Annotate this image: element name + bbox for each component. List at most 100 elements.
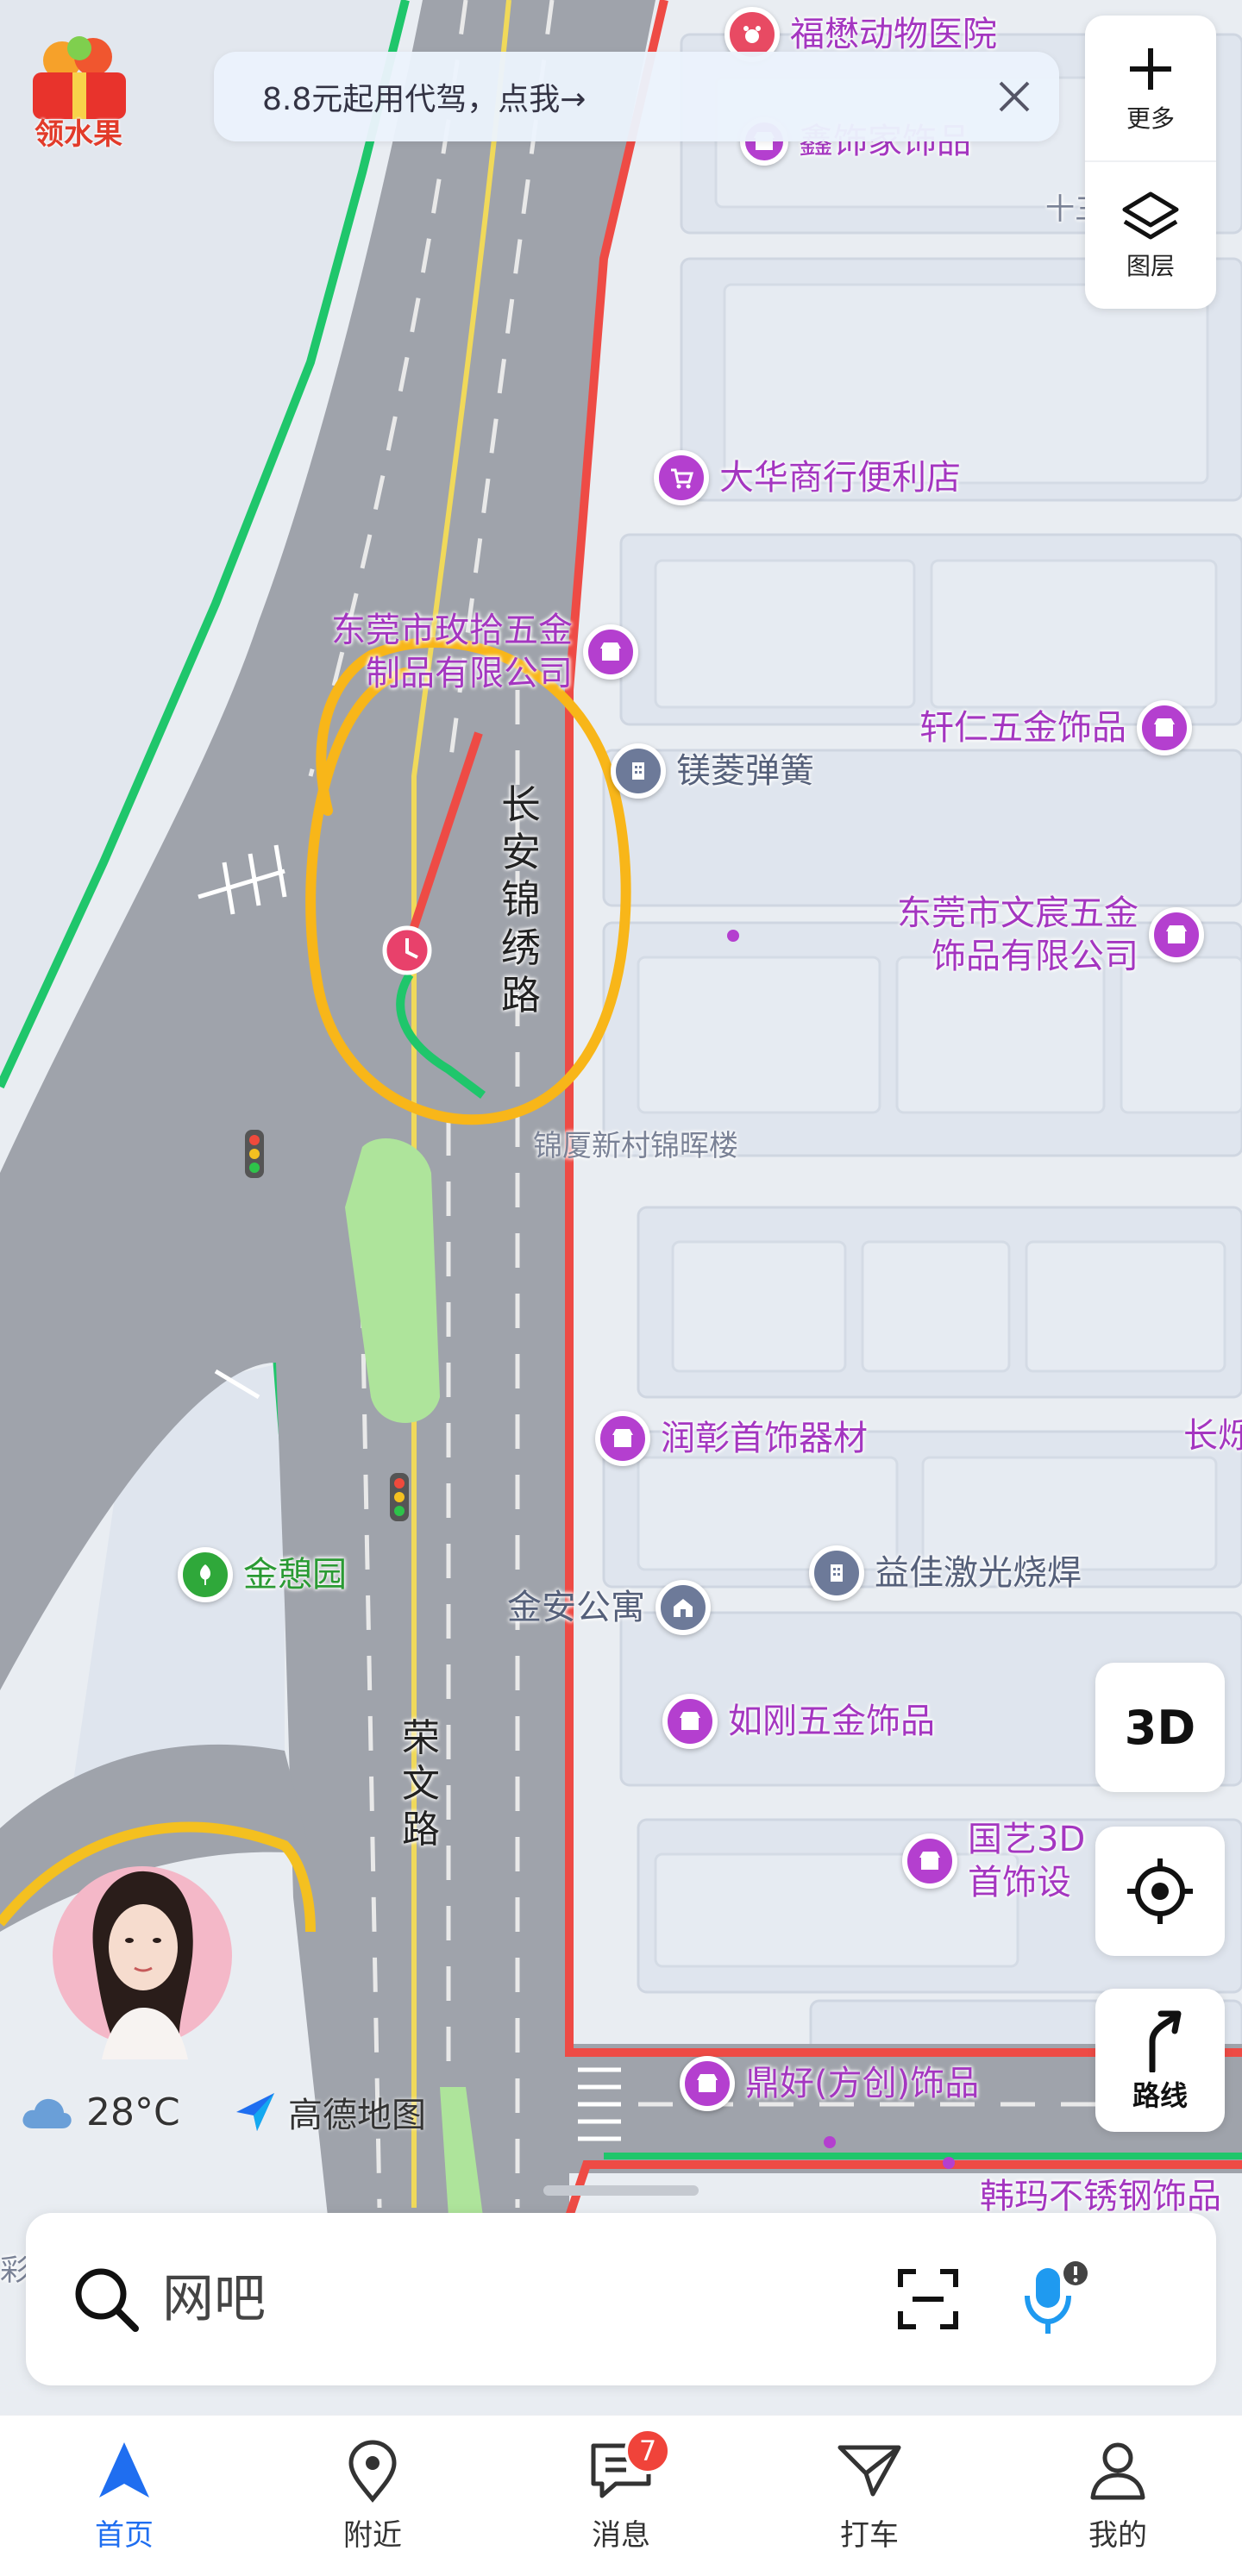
poi-dahua[interactable]: 大华商行便利店 bbox=[654, 450, 961, 505]
poi-label: 益佳激光烧焊 bbox=[875, 1553, 1082, 1593]
location-pin-icon bbox=[348, 2439, 397, 2503]
poi-meiling[interactable]: 东莞市玫拾五金 制品有限公司 bbox=[331, 609, 638, 695]
poi-label: 金安公寓 bbox=[507, 1588, 645, 1627]
route-label: 路线 bbox=[1132, 2079, 1188, 2112]
close-icon[interactable] bbox=[980, 62, 1049, 131]
poi-label-line1: 东莞市文宸五金 bbox=[897, 893, 1138, 933]
poi-hanma[interactable]: 韩玛不锈钢饰品 bbox=[980, 2175, 1221, 2218]
plus-icon bbox=[1130, 48, 1171, 90]
poi-label: 润彰首饰器材 bbox=[661, 1419, 868, 1458]
shop-icon bbox=[595, 1411, 650, 1466]
user-icon bbox=[1090, 2442, 1145, 2499]
layers-icon bbox=[1122, 191, 1179, 240]
poi-dinghao[interactable]: 鼎好(方创)饰品 bbox=[680, 2056, 979, 2111]
promo-banner[interactable]: 8.8元起用代驾，点我→ bbox=[214, 52, 1059, 141]
search-input[interactable] bbox=[162, 2269, 869, 2329]
poi-label: 锦厦新村锦晖楼 bbox=[533, 1129, 738, 1163]
message-count-badge: 7 bbox=[624, 2428, 671, 2474]
crosshair-icon bbox=[1127, 1858, 1193, 1924]
poi-yijia[interactable]: 益佳激光烧焊 bbox=[809, 1545, 1082, 1601]
poi-guoyi[interactable]: 国艺3D 首饰设 bbox=[902, 1818, 1085, 1904]
poi-label: 韩玛不锈钢饰品 bbox=[980, 2177, 1221, 2216]
assistant-avatar[interactable] bbox=[50, 1844, 235, 2068]
poi-label: 镁菱弹簧 bbox=[676, 751, 814, 791]
fruit-gift-label: 领水果 bbox=[34, 117, 122, 152]
poi-label: 东莞市文宸五金 饰品有限公司 bbox=[897, 892, 1138, 978]
shop-icon bbox=[1137, 700, 1192, 755]
poi-label: 东莞市玫拾五金 制品有限公司 bbox=[331, 609, 573, 695]
shop-icon bbox=[583, 624, 638, 680]
shop-icon bbox=[662, 1694, 718, 1749]
scan-icon[interactable] bbox=[887, 2258, 969, 2341]
poi-wenchen[interactable]: 东莞市文宸五金 饰品有限公司 bbox=[897, 892, 1204, 978]
3d-view-button[interactable]: 3D bbox=[1095, 1663, 1225, 1792]
poi-label: 金憩园 bbox=[243, 1555, 347, 1595]
poi-label: 鼎好(方创)饰品 bbox=[745, 2064, 980, 2103]
more-label: 更多 bbox=[1126, 104, 1175, 133]
poi-label-line2: 饰品有限公司 bbox=[932, 937, 1138, 976]
nav-taxi[interactable]: 打车 bbox=[745, 2416, 994, 2576]
shop-icon bbox=[1149, 907, 1204, 962]
cart-icon bbox=[654, 450, 709, 505]
nav-messages[interactable]: 7 消息 bbox=[497, 2416, 745, 2576]
brand-name: 高德地图 bbox=[288, 2096, 426, 2135]
route-fork-icon bbox=[1149, 2010, 1182, 2072]
poi-nieling[interactable]: 镁菱弹簧 bbox=[611, 743, 814, 799]
search-bar[interactable] bbox=[26, 2213, 1216, 2385]
brand-logo: 高德地图 bbox=[231, 2087, 426, 2137]
weather-widget[interactable]: 28°C bbox=[19, 2090, 180, 2134]
more-button[interactable]: 更多 bbox=[1085, 16, 1216, 162]
search-icon bbox=[67, 2260, 145, 2338]
nav-home-label: 首页 bbox=[95, 2517, 154, 2553]
voice-mic-icon[interactable] bbox=[1004, 2252, 1099, 2347]
poi-jinxia: 锦厦新村锦晖楼 bbox=[533, 1128, 738, 1165]
poi-rugang[interactable]: 如刚五金饰品 bbox=[662, 1694, 935, 1749]
locate-button[interactable] bbox=[1095, 1827, 1225, 1956]
bottom-nav: 首页 附近 7 消息 打车 我的 bbox=[0, 2415, 1242, 2576]
layers-label: 图层 bbox=[1126, 252, 1175, 280]
building-icon bbox=[611, 743, 666, 799]
nav-nearby[interactable]: 附近 bbox=[248, 2416, 497, 2576]
poi-label-line2: 制品有限公司 bbox=[366, 654, 573, 693]
poi-label: 国艺3D 首饰设 bbox=[968, 1818, 1085, 1904]
poi-label: 如刚五金饰品 bbox=[728, 1702, 935, 1741]
avatar-image bbox=[53, 1866, 232, 2059]
layers-button[interactable]: 图层 bbox=[1085, 162, 1216, 309]
poi-label-line1: 东莞市玫拾五金 bbox=[331, 611, 573, 650]
poi-label-line2: 首饰设 bbox=[968, 1863, 1071, 1902]
poi-label: 轩仁五金饰品 bbox=[919, 708, 1126, 748]
shop-icon bbox=[902, 1833, 957, 1889]
amap-logo-icon bbox=[236, 2093, 274, 2131]
side-toolbar: 更多 图层 bbox=[1085, 16, 1216, 309]
poi-label-line1: 国艺3D bbox=[968, 1820, 1086, 1859]
poi-runzhang[interactable]: 润彰首饰器材 bbox=[595, 1411, 868, 1466]
nav-taxi-label: 打车 bbox=[840, 2517, 899, 2553]
poi-jinqi[interactable]: 金憩园 bbox=[178, 1547, 347, 1602]
nav-profile[interactable]: 我的 bbox=[994, 2416, 1242, 2576]
nav-messages-label: 消息 bbox=[592, 2517, 650, 2553]
poi-changshuo[interactable]: 长烁 bbox=[1183, 1414, 1242, 1457]
building-icon bbox=[809, 1545, 864, 1601]
promo-banner-text: 8.8元起用代驾，点我→ bbox=[262, 82, 586, 117]
nav-profile-label: 我的 bbox=[1088, 2517, 1147, 2553]
house-icon bbox=[656, 1580, 711, 1635]
poi-xuanren[interactable]: 轩仁五金饰品 bbox=[919, 700, 1192, 755]
temperature-text: 28°C bbox=[86, 2090, 180, 2134]
nav-home[interactable]: 首页 bbox=[0, 2416, 248, 2576]
poi-label: 大华商行便利店 bbox=[719, 458, 961, 498]
drag-handle[interactable] bbox=[543, 2185, 699, 2196]
road-label-changan: 长安锦绣路 bbox=[501, 781, 541, 1018]
navigate-arrow-icon bbox=[99, 2441, 149, 2498]
road-label-rongwen: 荣文路 bbox=[402, 1716, 440, 1852]
poi-cai: 彩 bbox=[0, 2253, 29, 2290]
route-button[interactable]: 路线 bbox=[1095, 1989, 1225, 2132]
shop-icon bbox=[680, 2056, 735, 2111]
poi-label: 彩 bbox=[0, 2253, 29, 2288]
poi-label: 长烁 bbox=[1183, 1416, 1242, 1456]
taxi-icon bbox=[837, 2445, 901, 2496]
nav-nearby-label: 附近 bbox=[343, 2517, 402, 2553]
cloud-icon bbox=[22, 2098, 72, 2128]
poi-jinan[interactable]: 金安公寓 bbox=[507, 1580, 711, 1635]
tree-icon bbox=[178, 1547, 233, 1602]
poi-label: 福懋动物医院 bbox=[790, 15, 997, 54]
